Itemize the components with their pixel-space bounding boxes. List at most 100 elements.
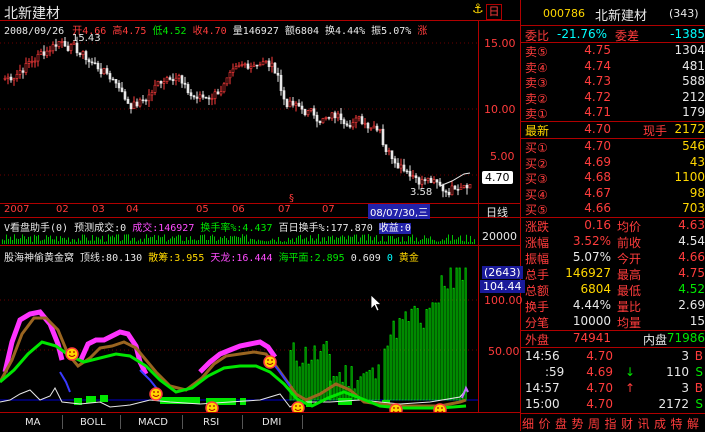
gold-nest-bar — [386, 345, 389, 401]
candle-body — [252, 64, 256, 67]
volume-bar — [362, 234, 363, 244]
candle-body — [255, 64, 259, 67]
candle-body — [33, 60, 37, 63]
tab-boll[interactable]: BOLL — [80, 417, 106, 428]
volume-bar — [142, 241, 143, 244]
tab-rsi[interactable]: RSI — [203, 417, 219, 428]
volume-bar — [368, 234, 369, 244]
candle-body — [294, 102, 298, 106]
candle-body — [177, 75, 181, 79]
volume-bar — [16, 238, 17, 244]
sell-volume: 481 — [682, 58, 705, 73]
divider — [0, 217, 520, 218]
buy-price: 4.66 — [584, 201, 611, 215]
latest-price: 4.70 — [584, 122, 611, 136]
date-tick: 02 — [56, 204, 69, 215]
indicator-tab-bar: MA BOLL MACD RSI DMI — [0, 413, 520, 431]
volume-bar — [416, 237, 417, 244]
divider — [520, 0, 521, 431]
quote-menu-item[interactable]: 讯 — [638, 415, 650, 432]
candle-body — [39, 51, 43, 55]
volume-bar — [158, 235, 159, 244]
tab-ma[interactable]: MA — [25, 417, 40, 428]
outer-label: 外盘 — [525, 333, 550, 347]
volume-bar — [250, 238, 251, 244]
gold-nest-bar — [437, 302, 440, 401]
candle-body — [375, 125, 379, 131]
volume-bar — [308, 241, 309, 244]
stat-label: 最高 — [617, 268, 642, 282]
sell-level-label: 卖③ — [525, 76, 548, 90]
tick-volume: 2172 — [658, 397, 689, 411]
volume-bar — [394, 238, 395, 244]
gold-nest-bar — [374, 378, 377, 401]
lock-icon[interactable]: ⚓ — [472, 2, 484, 17]
tab-dmi[interactable]: DMI — [262, 417, 281, 428]
volume-bar — [224, 236, 225, 244]
gold-nest-bar — [452, 287, 455, 401]
stat-value: 4.75 — [678, 266, 705, 280]
volume-bar — [106, 241, 107, 244]
candle-body — [114, 79, 118, 84]
volume-bar — [46, 235, 47, 244]
stat-value: 2.69 — [678, 298, 705, 312]
gold-nest-block — [100, 395, 108, 402]
quote-menu-item[interactable]: 财 — [621, 415, 633, 432]
volume-bar — [300, 234, 301, 244]
candle-body — [450, 185, 454, 196]
volume-bar — [466, 234, 467, 244]
volume-bar — [434, 240, 435, 244]
volume-bar — [284, 241, 285, 244]
volume-bar — [294, 241, 295, 244]
volume-bar — [452, 234, 453, 244]
quote-menu-item[interactable]: 盘 — [555, 415, 567, 432]
volume-bar — [314, 240, 315, 244]
candle-body — [435, 179, 439, 183]
tick-price: 4.70 — [586, 397, 613, 411]
divider — [521, 25, 705, 26]
volume-bar — [292, 238, 293, 244]
volume-bar — [4, 240, 5, 244]
gold-nest-indicator-chart[interactable] — [0, 262, 478, 412]
gold-nest-bar — [416, 308, 419, 401]
tab-macd[interactable]: MACD — [138, 417, 168, 428]
stat-value: 4.52 — [678, 282, 705, 296]
gold-nest-bar — [344, 365, 347, 401]
volume-bar — [380, 240, 381, 244]
price-tick-15: 15.00 — [484, 37, 516, 50]
latest-row: 最新 4.70 现手 2172 — [523, 122, 705, 138]
tick-volume: 3 — [681, 381, 689, 395]
stat-value: 15 — [689, 314, 705, 328]
candle-body — [258, 64, 262, 67]
candle-body — [144, 99, 148, 102]
volume-bar — [90, 240, 91, 244]
quote-menu-item[interactable]: 周 — [588, 415, 600, 432]
divider — [478, 20, 479, 412]
candle-body — [228, 72, 232, 79]
candle-body — [246, 63, 250, 69]
tick-row: 14:56 4.70 3 B — [523, 349, 705, 365]
volume-bar — [112, 235, 113, 244]
volume-bar — [302, 239, 303, 244]
period-label[interactable]: 日线 — [486, 204, 508, 220]
candle-body — [276, 72, 280, 76]
candlestick-chart[interactable]: § — [0, 21, 478, 203]
volume-bar — [244, 236, 245, 244]
volume-bar — [182, 240, 183, 244]
quote-menu-item[interactable]: 指 — [605, 415, 617, 432]
day-period-button[interactable]: 日 — [486, 4, 502, 20]
gold-nest-bar — [368, 369, 371, 401]
stat-value: 10000 — [572, 314, 611, 328]
volume-bar — [334, 239, 335, 244]
quote-menu-item[interactable]: 成 — [654, 415, 666, 432]
volume-bar — [296, 237, 297, 244]
quote-menu-item[interactable]: 解 — [687, 415, 699, 432]
quote-menu-item[interactable]: 价 — [539, 415, 551, 432]
quote-menu-item[interactable]: 势 — [572, 415, 584, 432]
volume-bar — [132, 238, 133, 244]
volume-bar — [442, 239, 443, 244]
candle-body — [153, 84, 157, 93]
quote-menu-item[interactable]: 细 — [522, 415, 534, 432]
volume-bar — [8, 238, 9, 244]
quote-menu-item[interactable]: 特 — [671, 415, 683, 432]
